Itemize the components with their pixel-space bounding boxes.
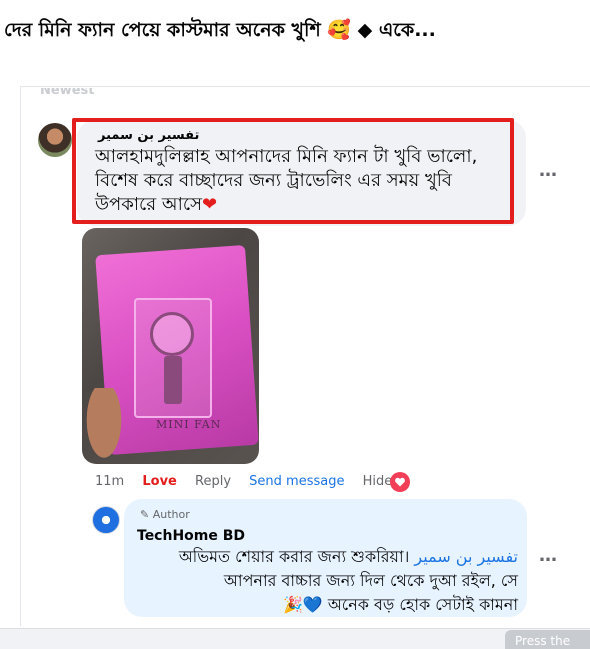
reply-text-part1: অভিমত শেয়ার করার জন্য শুকরিয়া। — [178, 547, 410, 566]
footer-bar — [0, 628, 590, 649]
heart-icon — [395, 477, 405, 487]
hide-button[interactable]: Hide — [363, 474, 393, 489]
press-button[interactable]: Press the — [505, 630, 590, 649]
reply-text: অভিমত শেয়ার করার জন্য শুকরিয়া। تفسير ب… — [148, 545, 518, 617]
sort-label[interactable]: Newest — [40, 88, 94, 100]
comment-photo[interactable]: MINI FAN — [82, 228, 259, 464]
commenter-avatar[interactable] — [38, 123, 72, 157]
reply-text-part3: অনেক বড় হোক সেটাই কামনা — [327, 595, 518, 614]
comment-author-name[interactable]: تفسير بن سمير — [98, 128, 199, 143]
send-message-button[interactable]: Send message — [249, 474, 344, 489]
reply-text-part2: আপনার বাচ্চার জন্য দিল থেকে দুআ রইল, সে — [223, 571, 518, 590]
reply-more-icon[interactable]: … — [539, 545, 558, 566]
comment-more-icon[interactable]: … — [539, 160, 558, 181]
heart-reaction-icon[interactable] — [390, 472, 410, 492]
reply-emoji: 🎉💙 — [282, 595, 323, 614]
mention-link[interactable]: تفسير بن سمير — [414, 547, 518, 566]
reply-button[interactable]: Reply — [195, 474, 231, 489]
post-title: দের মিনি ফ্যান পেয়ে কাস্টমার অনেক খুশি … — [4, 19, 436, 41]
hand — [82, 388, 126, 464]
comment-actions: 11m Love Reply Send message Hide — [95, 474, 406, 492]
author-badge-label: Author — [152, 508, 190, 521]
reply-author-name[interactable]: TechHome BD — [137, 528, 245, 544]
page-avatar[interactable] — [92, 506, 120, 534]
love-button[interactable]: Love — [142, 474, 177, 489]
box-label: MINI FAN — [156, 418, 222, 431]
heart-emoji: ❤ — [202, 194, 218, 215]
comment-time[interactable]: 11m — [95, 474, 124, 489]
fan-body — [164, 356, 182, 404]
author-badge: ✎ Author — [140, 508, 190, 521]
pencil-icon: ✎ — [140, 508, 153, 521]
comment-body: আলহামদুলিল্লাহ আপনাদের মিনি ফ্যান টা খুব… — [95, 146, 478, 215]
comment-text: আলহামদুলিল্লাহ আপনাদের মিনি ফ্যান টা খুব… — [95, 145, 495, 217]
fan-head — [150, 312, 194, 356]
